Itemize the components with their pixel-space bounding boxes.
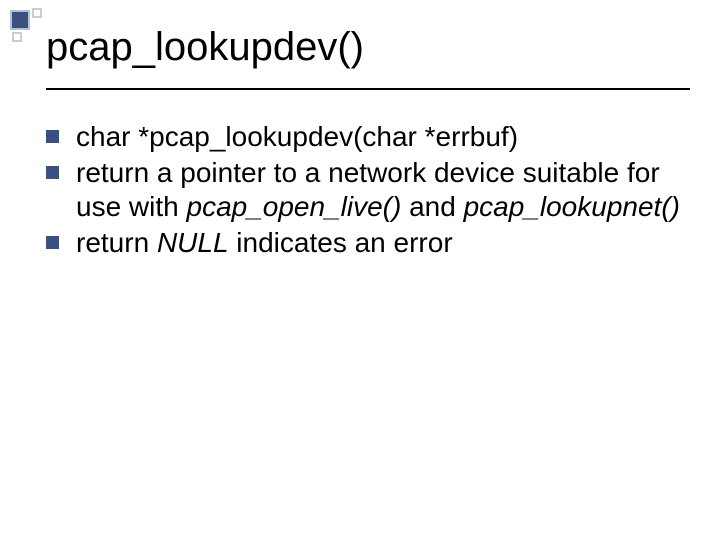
bullet-text: indicates an error (229, 227, 453, 258)
decor-square-small (32, 8, 42, 18)
slide: pcap_lookupdev() char *pcap_lookupdev(ch… (0, 0, 720, 540)
bullet-text: pcap_open_live() (187, 191, 402, 222)
bullet-text: pcap_lookupnet() (464, 191, 680, 222)
bullet-text: char *pcap_lookupdev(char *errbuf) (76, 121, 518, 152)
slide-title: pcap_lookupdev() (46, 26, 680, 68)
square-bullet-icon (46, 236, 59, 249)
title-underline (46, 88, 690, 90)
bullet-list: char *pcap_lookupdev(char *errbuf) return… (46, 120, 680, 261)
corner-decor-icon (6, 6, 46, 46)
bullet-text: and (401, 191, 463, 222)
slide-body: char *pcap_lookupdev(char *errbuf) return… (46, 120, 680, 263)
bullet-item: return NULL indicates an error (46, 226, 680, 260)
decor-square-large (10, 10, 30, 30)
decor-square-small (12, 32, 22, 42)
bullet-text: return (76, 227, 157, 258)
bullet-text: NULL (157, 227, 229, 258)
bullet-item: return a pointer to a network device sui… (46, 156, 680, 224)
bullet-item: char *pcap_lookupdev(char *errbuf) (46, 120, 680, 154)
square-bullet-icon (46, 130, 59, 143)
square-bullet-icon (46, 166, 59, 179)
